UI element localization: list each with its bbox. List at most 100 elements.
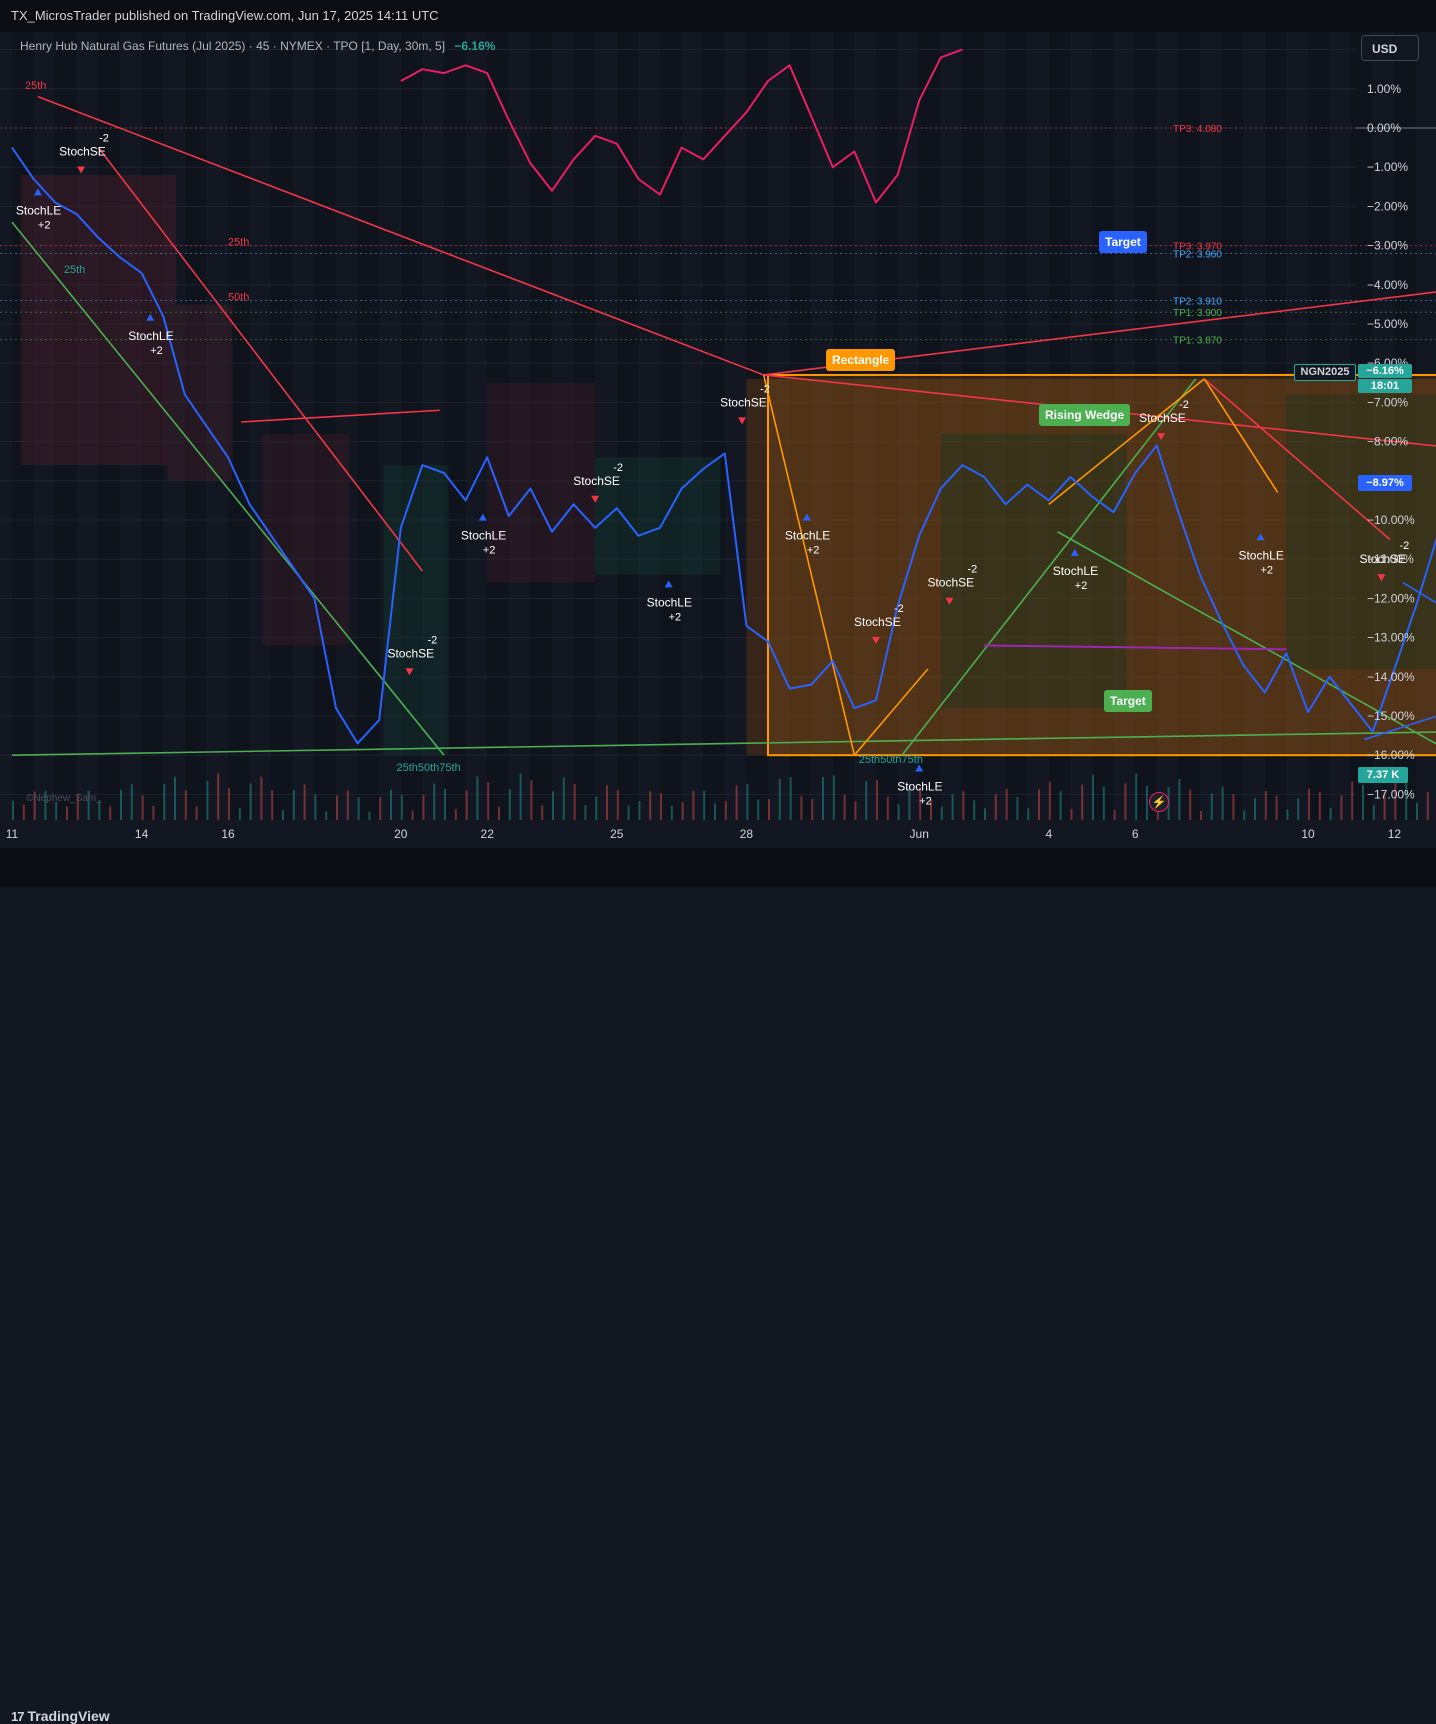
volume-bar xyxy=(109,806,112,820)
volume-bar xyxy=(681,802,684,820)
volume-bar xyxy=(1113,809,1116,820)
volume-bar xyxy=(843,794,846,820)
y-tick-label: −11.00% xyxy=(1367,552,1414,566)
volume-bar xyxy=(1340,795,1343,820)
chart-canvas[interactable]: TP3: 4.080TP3: 3.970TP2: 3.960TP2: 3.910… xyxy=(0,0,1436,887)
signal-label: StochLE xyxy=(647,595,692,609)
volume-bar xyxy=(1416,802,1418,820)
percentile-label: 25th xyxy=(228,237,249,249)
volume-bar xyxy=(951,793,954,820)
target-label-blue[interactable]: Target xyxy=(1099,231,1147,253)
percentile-label: 25th50th75th xyxy=(396,762,460,774)
volume-bar xyxy=(206,780,209,820)
tradingview-logo-icon: 17 xyxy=(11,1709,25,1724)
signal-delta: -2 xyxy=(1399,540,1409,552)
y-tick-label: 1.00% xyxy=(1367,82,1401,96)
signal-label: StochLE xyxy=(897,780,942,794)
volume-bar xyxy=(530,780,533,820)
volume-bar xyxy=(368,811,371,820)
signal-delta: -2 xyxy=(99,133,109,145)
volume-bar xyxy=(1297,798,1300,820)
volume-bar xyxy=(519,773,522,820)
signal-label: StochLE xyxy=(785,529,830,543)
volume-bar xyxy=(292,789,295,820)
signal-delta: -2 xyxy=(1179,399,1189,411)
volume-bar xyxy=(444,788,446,820)
percentile-label: 50th xyxy=(228,291,249,303)
x-tick-label: 10 xyxy=(1301,827,1315,841)
signal-delta: -2 xyxy=(427,634,437,646)
volume-bar xyxy=(1038,789,1040,820)
symbol-legend[interactable]: Henry Hub Natural Gas Futures (Jul 2025)… xyxy=(20,39,495,53)
volume-bar xyxy=(1254,798,1256,820)
currency-button[interactable]: USD xyxy=(1361,35,1419,61)
volume-bar xyxy=(768,799,770,820)
volume-bar xyxy=(886,796,889,820)
x-tick-label: Jun xyxy=(910,827,929,841)
volume-bar xyxy=(832,775,835,820)
volume-bar xyxy=(541,805,544,820)
x-tick-label: 25 xyxy=(610,827,624,841)
y-tick-label: −15.00% xyxy=(1367,709,1415,723)
volume-bar xyxy=(271,790,274,820)
symbol-change: −6.16% xyxy=(454,39,496,53)
volume-bar xyxy=(508,788,511,820)
tradingview-logo[interactable]: 17 TradingView xyxy=(11,1708,110,1724)
x-tick-label: 20 xyxy=(394,827,408,841)
watermark: ©Nephew_Sam_ xyxy=(26,793,102,804)
volume-bar xyxy=(174,776,176,820)
signal-delta: +2 xyxy=(669,611,682,623)
signal-label: StochLE xyxy=(128,329,173,343)
x-tick-label: 11 xyxy=(6,827,19,841)
signal-label: StochSE xyxy=(720,395,767,409)
percentile-label: 25th xyxy=(25,80,46,92)
signal-label: StochSE xyxy=(573,474,620,488)
session-band xyxy=(703,32,725,820)
target-label-green[interactable]: Target xyxy=(1104,690,1152,712)
rising-wedge-label[interactable]: Rising Wedge xyxy=(1039,404,1131,426)
tpo-block xyxy=(262,433,349,646)
volume-bar xyxy=(249,783,252,820)
volume-bar xyxy=(1016,797,1019,820)
volume-bar xyxy=(1329,807,1332,820)
volume-bar xyxy=(573,783,576,820)
volume-bar xyxy=(1318,791,1321,820)
volume-bar xyxy=(1189,789,1192,820)
volume-bar xyxy=(1102,786,1105,820)
y-tick-label: −8.00% xyxy=(1367,435,1408,449)
signal-label: StochLE xyxy=(1053,564,1098,578)
tp-level-label: TP3: 4.080 xyxy=(1173,124,1222,135)
signal-delta: -2 xyxy=(894,603,904,615)
y-tick-label: −16.00% xyxy=(1367,748,1415,762)
volume-bar xyxy=(314,794,317,820)
signal-label: StochLE xyxy=(16,203,61,217)
lightning-icon[interactable]: ⚡ xyxy=(1149,792,1169,812)
volume-bar xyxy=(595,796,598,820)
volume-bar xyxy=(562,777,565,820)
volume-bar xyxy=(195,806,198,820)
y-tick-label: −12.00% xyxy=(1367,591,1415,605)
volume-bar xyxy=(184,790,187,820)
volume-bar xyxy=(984,808,986,820)
volume-bar xyxy=(692,791,695,820)
volume-bar xyxy=(1059,791,1062,820)
signal-delta: -2 xyxy=(613,462,623,474)
volume-bar xyxy=(1210,793,1213,820)
volume-bar xyxy=(454,808,457,820)
volume-tag: 7.37 K xyxy=(1358,767,1408,783)
volume-bar xyxy=(616,789,619,820)
tp-level-label: TP1: 3.900 xyxy=(1173,308,1222,319)
current-change-tag: −6.16% xyxy=(1358,364,1412,378)
x-tick-label: 28 xyxy=(740,827,754,841)
signal-delta: -2 xyxy=(760,383,770,395)
y-tick-label: −5.00% xyxy=(1367,317,1408,331)
signal-delta: +2 xyxy=(483,545,496,557)
signal-label: StochLE xyxy=(1238,548,1283,562)
volume-bar xyxy=(1232,794,1235,820)
y-tick-label: −2.00% xyxy=(1367,199,1408,213)
volume-bar xyxy=(735,785,738,820)
volume-bar xyxy=(822,776,824,820)
volume-bar xyxy=(1221,786,1224,820)
volume-bar xyxy=(1200,811,1202,820)
rectangle-label[interactable]: Rectangle xyxy=(826,349,896,371)
